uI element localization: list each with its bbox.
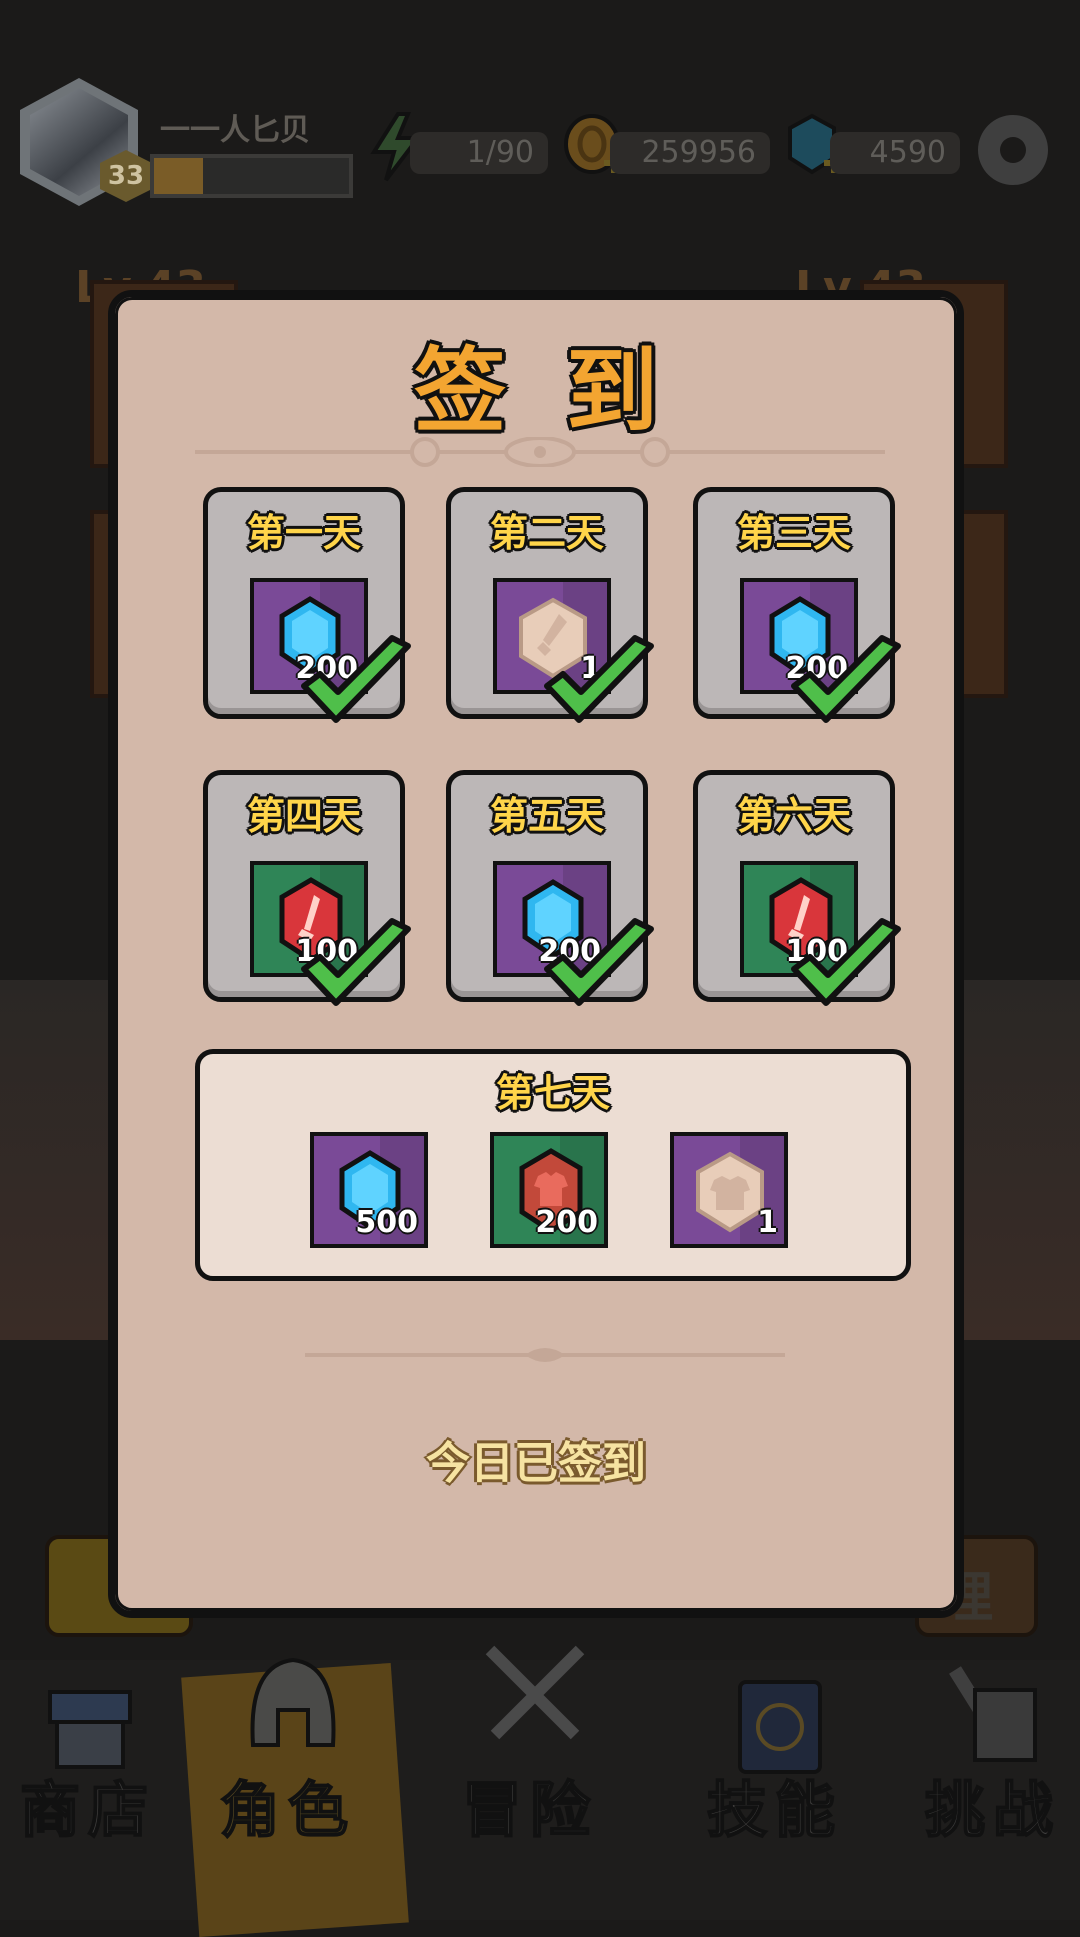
day-2-card[interactable]: 第二天 1	[446, 487, 654, 723]
day-4-label: 第四天	[246, 794, 361, 838]
bottom-divider-ornament	[305, 1348, 785, 1362]
day-1-card[interactable]: 第一天 200	[203, 487, 411, 723]
crossed-swords-icon	[485, 1645, 585, 1740]
day-3-label: 第三天	[736, 511, 851, 555]
player-name: 一一人匕贝	[160, 113, 310, 148]
signin-dialog: 签到 第一天 200 第二天 1 第三天 200 第四天 100 第五天 200…	[108, 290, 964, 1618]
nav-adventure[interactable]: 冒险	[461, 1762, 598, 1849]
nav-shop[interactable]: 商店	[19, 1762, 156, 1849]
day-5-card[interactable]: 第五天 200	[446, 770, 654, 1006]
claimed-check-icon	[544, 635, 654, 723]
claimed-check-icon	[791, 918, 901, 1006]
nav-challenge[interactable]: 挑战	[924, 1762, 1061, 1849]
day-5-label: 第五天	[489, 794, 604, 838]
day-7-gem-amount: 500	[355, 1205, 418, 1240]
claimed-check-icon	[544, 918, 654, 1006]
day-7-reward-armor: 1	[670, 1132, 788, 1248]
nav-character[interactable]: 角色	[219, 1762, 356, 1849]
day-4-card[interactable]: 第四天 100	[203, 770, 411, 1006]
day-6-label: 第六天	[736, 794, 851, 838]
helmet-icon	[250, 1657, 336, 1747]
gem-counter: 4590	[830, 132, 960, 174]
day-7-label: 第七天	[495, 1071, 610, 1115]
day-7-reward-gem: 500	[310, 1132, 428, 1248]
day-7-armor-token-amount: 200	[535, 1205, 598, 1240]
title-divider-ornament	[195, 437, 885, 467]
claimed-check-icon	[791, 635, 901, 723]
day-7-reward-armor-token: 200	[490, 1132, 608, 1248]
day-7-card[interactable]: 第七天 500 200 1	[195, 1049, 911, 1281]
gold-counter: 259956	[610, 132, 770, 174]
day-1-label: 第一天	[246, 511, 361, 555]
signin-status-button[interactable]: 今日已签到	[115, 1427, 957, 1491]
nav-skills[interactable]: 技能	[706, 1762, 843, 1849]
day-6-card[interactable]: 第六天 100	[693, 770, 901, 1006]
settings-gear-icon[interactable]	[978, 115, 1048, 185]
exp-bar	[150, 154, 353, 198]
day-3-card[interactable]: 第三天 200	[693, 487, 901, 723]
day-2-label: 第二天	[489, 511, 604, 555]
energy-counter: 1/90	[410, 132, 548, 174]
challenge-sword-icon	[949, 1666, 1037, 1762]
day-7-armor-amount: 1	[757, 1205, 778, 1240]
claimed-check-icon	[301, 918, 411, 1006]
claimed-check-icon	[301, 635, 411, 723]
dialog-title: 签到	[413, 338, 718, 445]
